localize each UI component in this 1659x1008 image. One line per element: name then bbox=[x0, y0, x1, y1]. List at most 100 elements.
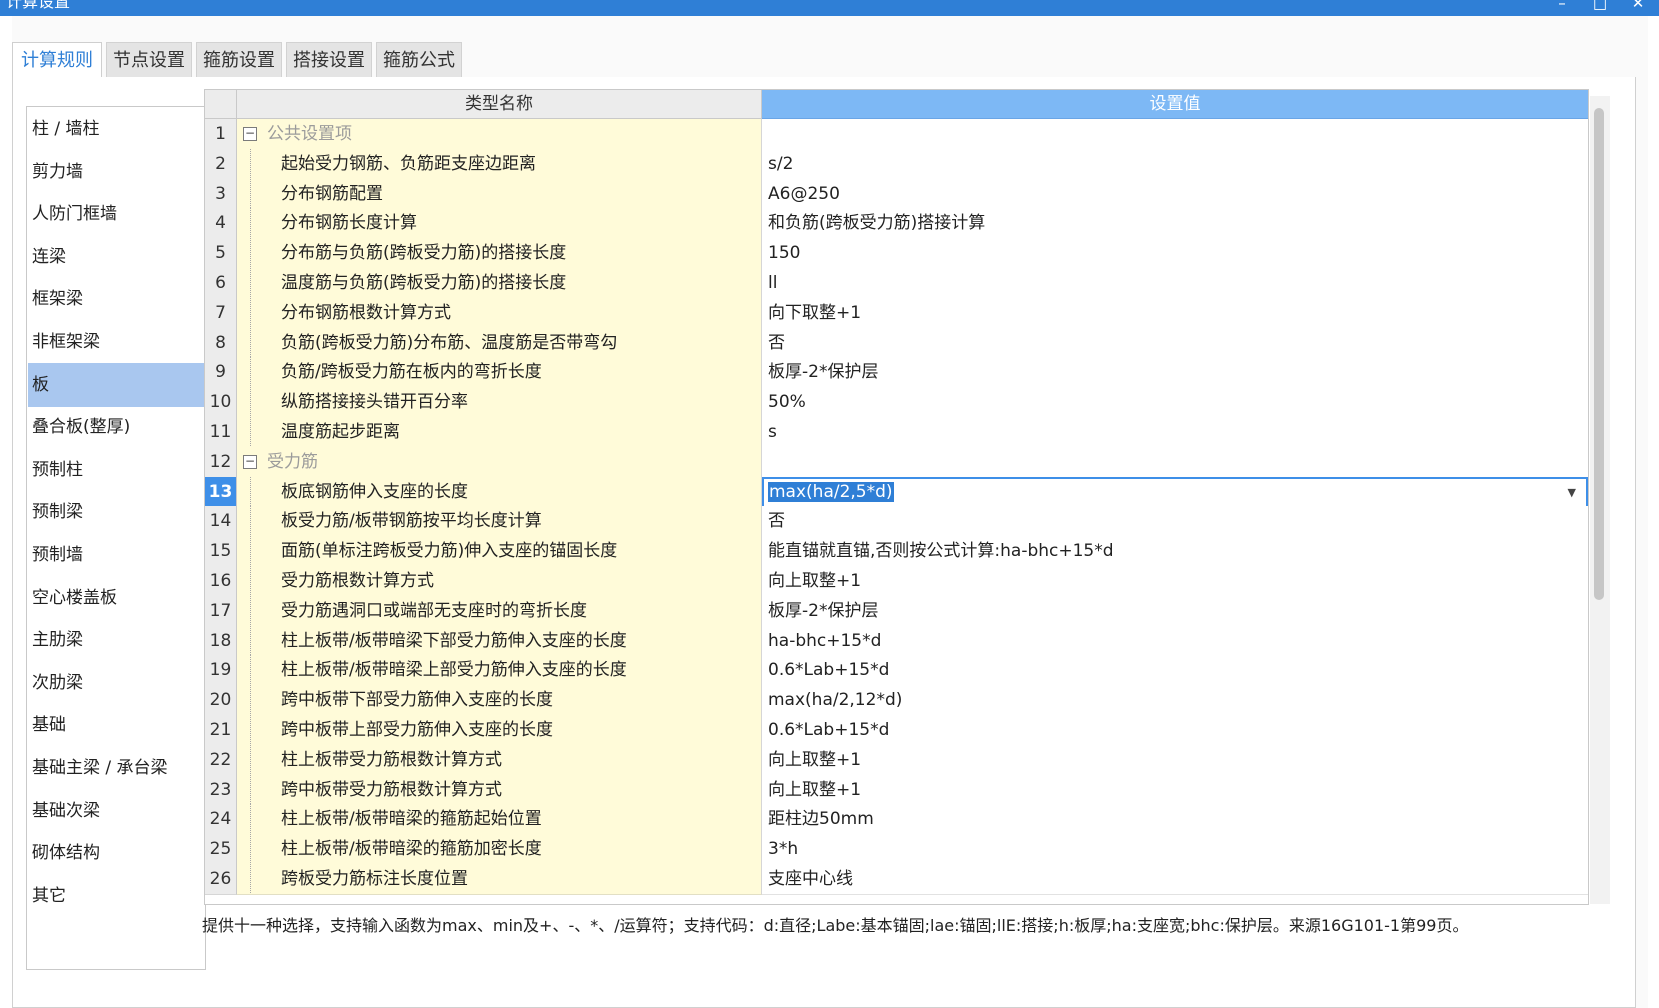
row-name-cell[interactable]: 柱上板带/板带暗梁上部受力筋伸入支座的长度 bbox=[237, 655, 762, 687]
scrollbar-thumb[interactable] bbox=[1594, 108, 1604, 600]
setting-value-cell[interactable]: 板厚-2*保护层 bbox=[762, 595, 1588, 627]
table-row[interactable]: 18 柱上板带/板带暗梁下部受力筋伸入支座的长度 ha-bhc+15*d bbox=[205, 625, 1588, 657]
maximize-icon[interactable]: □ bbox=[1590, 0, 1610, 12]
row-name-cell[interactable]: 板受力筋/板带钢筋按平均长度计算 bbox=[237, 506, 762, 538]
row-name-cell[interactable]: 温度筋与负筋(跨板受力筋)的搭接长度 bbox=[237, 268, 762, 299]
table-row[interactable]: 4 分布钢筋长度计算 和负筋(跨板受力筋)搭接计算 bbox=[205, 208, 1588, 240]
row-name-cell[interactable]: 受力筋遇洞口或端部无支座时的弯折长度 bbox=[237, 595, 762, 627]
setting-value-editor[interactable]: max(ha/2,5*d) bbox=[768, 481, 894, 502]
component-type-item[interactable]: 预制墙 bbox=[28, 533, 204, 577]
row-name-cell[interactable]: 分布钢筋配置 bbox=[237, 178, 762, 210]
row-name-cell[interactable]: 温度筋起步距离 bbox=[237, 417, 762, 448]
row-name-cell[interactable]: 纵筋搭接接头错开百分率 bbox=[237, 387, 762, 419]
collapse-icon[interactable]: − bbox=[243, 127, 257, 141]
setting-value-cell[interactable]: 3*h bbox=[762, 834, 1588, 866]
table-row[interactable]: 20 跨中板带下部受力筋伸入支座的长度 max(ha/2,12*d) bbox=[205, 685, 1588, 717]
table-row[interactable]: 3 分布钢筋配置 A6@250 bbox=[205, 178, 1588, 210]
setting-value-cell[interactable]: 50% bbox=[762, 387, 1588, 419]
table-row[interactable]: 21 跨中板带上部受力筋伸入支座的长度 0.6*Lab+15*d bbox=[205, 715, 1588, 746]
table-row[interactable]: 25 柱上板带/板带暗梁的箍筋加密长度 3*h bbox=[205, 834, 1588, 866]
setting-value-cell[interactable]: 0.6*Lab+15*d bbox=[762, 715, 1588, 746]
component-type-item[interactable]: 框架梁 bbox=[28, 277, 204, 321]
table-row[interactable]: 5 分布筋与负筋(跨板受力筋)的搭接长度 150 bbox=[205, 238, 1588, 270]
row-name-cell[interactable]: 跨中板带受力筋根数计算方式 bbox=[237, 774, 762, 806]
row-name-cell[interactable]: 分布钢筋根数计算方式 bbox=[237, 297, 762, 329]
table-row[interactable]: 17 受力筋遇洞口或端部无支座时的弯折长度 板厚-2*保护层 bbox=[205, 595, 1588, 627]
component-type-item[interactable]: 预制梁 bbox=[28, 490, 204, 534]
table-row[interactable]: 13 板底钢筋伸入支座的长度 max(ha/2,5*d) ▼ bbox=[205, 476, 1588, 508]
tab-lap-settings[interactable]: 搭接设置 bbox=[286, 42, 372, 78]
setting-value-cell[interactable]: ha-bhc+15*d bbox=[762, 625, 1588, 657]
setting-value-cell[interactable]: 向下取整+1 bbox=[762, 297, 1588, 329]
table-row[interactable]: 22 柱上板带受力筋根数计算方式 向上取整+1 bbox=[205, 744, 1588, 776]
setting-value-cell[interactable]: 支座中心线 bbox=[762, 864, 1588, 895]
table-row[interactable]: 26 跨板受力筋标注长度位置 支座中心线 bbox=[205, 864, 1588, 895]
row-name-cell[interactable]: 面筋(单标注跨板受力筋)伸入支座的锚固长度 bbox=[237, 536, 762, 568]
row-name-cell[interactable]: 起始受力钢筋、负筋距支座边距离 bbox=[237, 148, 762, 180]
row-name-cell[interactable]: 柱上板带/板带暗梁的箍筋起始位置 bbox=[237, 804, 762, 836]
row-name-cell[interactable]: 跨中板带下部受力筋伸入支座的长度 bbox=[237, 685, 762, 717]
grid-scrollbar[interactable] bbox=[1590, 96, 1610, 904]
row-name-cell[interactable]: 柱上板带/板带暗梁的箍筋加密长度 bbox=[237, 834, 762, 866]
setting-value-cell[interactable]: s/2 bbox=[762, 148, 1588, 180]
setting-value-cell[interactable]: 距柱边50mm bbox=[762, 804, 1588, 836]
table-row[interactable]: 9 负筋/跨板受力筋在板内的弯折长度 板厚-2*保护层 bbox=[205, 357, 1588, 389]
tab-stirrup-formula[interactable]: 箍筋公式 bbox=[376, 42, 462, 78]
row-name-cell[interactable]: 跨板受力筋标注长度位置 bbox=[237, 864, 762, 895]
setting-value-cell[interactable] bbox=[762, 446, 1588, 478]
table-row[interactable]: 1− 公共设置项 bbox=[205, 119, 1588, 150]
setting-value-cell[interactable]: 向上取整+1 bbox=[762, 566, 1588, 597]
row-name-cell[interactable]: 负筋(跨板受力筋)分布筋、温度筋是否带弯勾 bbox=[237, 327, 762, 359]
setting-value-cell[interactable]: 和负筋(跨板受力筋)搭接计算 bbox=[762, 208, 1588, 240]
setting-value-cell[interactable]: 0.6*Lab+15*d bbox=[762, 655, 1588, 687]
component-type-item[interactable]: 人防门框墙 bbox=[28, 192, 204, 236]
setting-value-cell[interactable]: 150 bbox=[762, 238, 1588, 270]
tab-stirrup-settings[interactable]: 箍筋设置 bbox=[196, 42, 282, 78]
collapse-icon[interactable]: − bbox=[243, 454, 257, 469]
table-row[interactable]: 12− 受力筋 bbox=[205, 446, 1588, 478]
component-type-item[interactable]: 基础次梁 bbox=[28, 789, 204, 833]
table-row[interactable]: 15 面筋(单标注跨板受力筋)伸入支座的锚固长度 能直锚就直锚,否则按公式计算:ha… bbox=[205, 536, 1588, 568]
component-type-item[interactable]: 主肋梁 bbox=[28, 618, 204, 662]
row-name-cell[interactable]: 柱上板带受力筋根数计算方式 bbox=[237, 744, 762, 776]
component-type-item[interactable]: 非框架梁 bbox=[28, 320, 204, 364]
table-row[interactable]: 2 起始受力钢筋、负筋距支座边距离 s/2 bbox=[205, 148, 1588, 180]
component-type-item[interactable]: 预制柱 bbox=[28, 448, 204, 492]
component-type-item[interactable]: 板 bbox=[28, 362, 204, 407]
table-row[interactable]: 23 跨中板带受力筋根数计算方式 向上取整+1 bbox=[205, 774, 1588, 806]
row-name-cell[interactable]: 板底钢筋伸入支座的长度 bbox=[237, 476, 762, 508]
setting-value-cell[interactable] bbox=[762, 119, 1588, 150]
tab-calc-rules[interactable]: 计算规则 bbox=[12, 42, 102, 80]
table-row[interactable]: 7 分布钢筋根数计算方式 向下取整+1 bbox=[205, 297, 1588, 329]
table-row[interactable]: 14 板受力筋/板带钢筋按平均长度计算 否 bbox=[205, 506, 1588, 538]
minimize-icon[interactable]: – bbox=[1552, 0, 1572, 12]
component-type-item[interactable]: 柱 / 墙柱 bbox=[28, 107, 204, 151]
column-header-name[interactable]: 类型名称 bbox=[237, 90, 762, 119]
dropdown-arrow-icon[interactable]: ▼ bbox=[1568, 479, 1576, 506]
setting-value-cell[interactable]: ll bbox=[762, 268, 1588, 299]
table-row[interactable]: 8 负筋(跨板受力筋)分布筋、温度筋是否带弯勾 否 bbox=[205, 327, 1588, 359]
component-type-list[interactable]: 柱 / 墙柱 剪力墙 人防门框墙 连梁 框架梁 非框架梁板叠合板(整厚) 预制柱 预制梁 预制墙… bbox=[26, 106, 206, 970]
component-type-item[interactable]: 次肋梁 bbox=[28, 661, 204, 705]
tab-node-settings[interactable]: 节点设置 bbox=[106, 42, 192, 78]
setting-value-cell[interactable]: 能直锚就直锚,否则按公式计算:ha-bhc+15*d bbox=[762, 536, 1588, 568]
row-name-cell[interactable]: − 公共设置项 bbox=[237, 119, 762, 150]
row-name-cell[interactable]: 受力筋根数计算方式 bbox=[237, 566, 762, 597]
component-type-item[interactable]: 砌体结构 bbox=[28, 831, 204, 875]
component-type-item[interactable]: 叠合板(整厚) bbox=[28, 405, 204, 449]
row-name-cell[interactable]: 分布筋与负筋(跨板受力筋)的搭接长度 bbox=[237, 238, 762, 270]
setting-value-cell[interactable]: s bbox=[762, 417, 1588, 448]
table-row[interactable]: 10 纵筋搭接接头错开百分率 50% bbox=[205, 387, 1588, 419]
setting-value-cell[interactable]: 否 bbox=[762, 327, 1588, 359]
table-row[interactable]: 6 温度筋与负筋(跨板受力筋)的搭接长度 ll bbox=[205, 268, 1588, 299]
table-row[interactable]: 16 受力筋根数计算方式 向上取整+1 bbox=[205, 566, 1588, 597]
component-type-item[interactable]: 连梁 bbox=[28, 235, 204, 279]
component-type-item[interactable]: 剪力墙 bbox=[28, 150, 204, 194]
row-name-cell[interactable]: 分布钢筋长度计算 bbox=[237, 208, 762, 240]
component-type-item[interactable]: 基础 bbox=[28, 703, 204, 747]
row-name-cell[interactable]: − 受力筋 bbox=[237, 446, 762, 478]
row-name-cell[interactable]: 柱上板带/板带暗梁下部受力筋伸入支座的长度 bbox=[237, 625, 762, 657]
setting-value-cell[interactable]: max(ha/2,5*d) ▼ bbox=[762, 476, 1588, 508]
setting-value-cell[interactable]: 板厚-2*保护层 bbox=[762, 357, 1588, 389]
component-type-item[interactable]: 基础主梁 / 承台梁 bbox=[28, 746, 204, 790]
